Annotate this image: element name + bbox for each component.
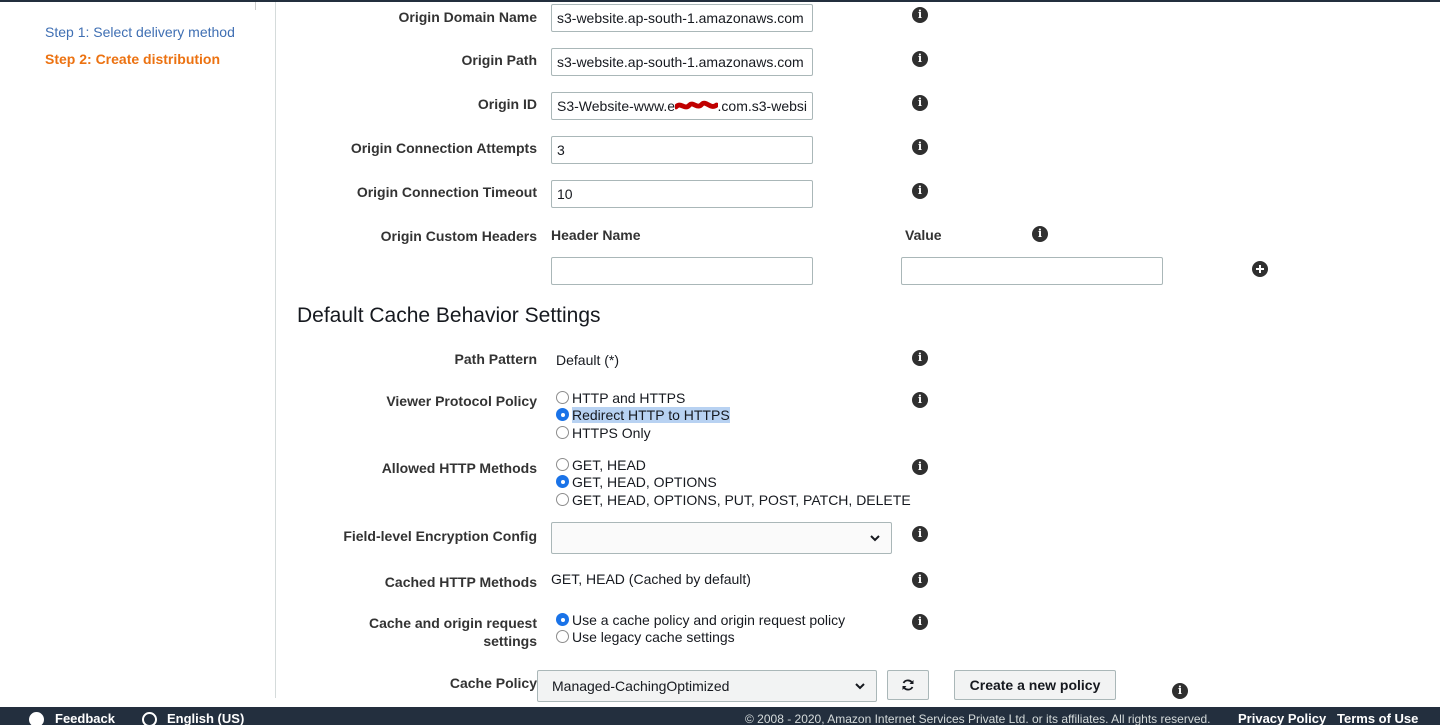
header-value-input[interactable]	[901, 257, 1163, 285]
info-icon[interactable]: i	[912, 95, 928, 111]
info-icon[interactable]: i	[912, 7, 928, 23]
field-level-encryption-label: Field-level Encryption Config	[343, 528, 537, 544]
radio-button-selected[interactable]	[556, 408, 569, 421]
radio-button[interactable]	[556, 458, 569, 471]
info-icon[interactable]: i	[1172, 683, 1188, 699]
radio-button-selected[interactable]	[556, 475, 569, 488]
radio-get-head-options[interactable]: GET, HEAD, OPTIONS	[556, 473, 717, 490]
copyright-text: © 2008 - 2020, Amazon Internet Services …	[745, 712, 1211, 725]
info-icon[interactable]: i	[912, 572, 928, 588]
radio-redirect-http-to-https[interactable]: Redirect HTTP to HTTPS	[556, 406, 730, 423]
radio-https-only[interactable]: HTTPS Only	[556, 424, 651, 441]
path-pattern-value: Default (*)	[556, 352, 620, 368]
add-circle-icon[interactable]	[1252, 261, 1268, 277]
origin-path-input[interactable]: s3-website.ap-south-1.amazonaws.com	[551, 48, 813, 76]
origin-connection-timeout-input[interactable]: 10	[551, 180, 813, 208]
cache-policy-select[interactable]: Managed-CachingOptimized	[537, 670, 877, 702]
value-column-label: Value	[905, 227, 942, 243]
info-icon[interactable]: i	[912, 51, 928, 67]
info-icon[interactable]: i	[912, 526, 928, 542]
info-icon[interactable]: i	[912, 392, 928, 408]
origin-custom-headers-label: Origin Custom Headers	[380, 228, 537, 244]
radio-all-methods[interactable]: GET, HEAD, OPTIONS, PUT, POST, PATCH, DE…	[556, 491, 911, 508]
header-name-input[interactable]	[551, 257, 813, 285]
feedback-bubble-icon	[29, 712, 44, 725]
info-icon[interactable]: i	[912, 139, 928, 155]
info-icon[interactable]: i	[912, 614, 928, 630]
origin-connection-timeout-label: Origin Connection Timeout	[356, 184, 537, 200]
chevron-down-icon	[870, 535, 880, 542]
radio-legacy-cache-settings[interactable]: Use legacy cache settings	[556, 628, 735, 645]
step-2-current: Step 2: Create distribution	[45, 51, 221, 67]
origin-connection-attempts-label: Origin Connection Attempts	[350, 140, 537, 156]
section-title: Default Cache Behavior Settings	[297, 304, 601, 327]
footer: Feedback English (US) © 2008 - 2020, Ama…	[0, 707, 1440, 725]
chevron-down-icon	[855, 683, 865, 690]
privacy-policy-link[interactable]: Privacy Policy	[1238, 711, 1326, 725]
radio-button[interactable]	[556, 391, 569, 404]
radio-button[interactable]	[556, 426, 569, 439]
origin-path-label: Origin Path	[461, 52, 537, 68]
redaction-mark	[675, 100, 718, 110]
origin-domain-name-label: Origin Domain Name	[398, 9, 537, 25]
radio-use-cache-policy[interactable]: Use a cache policy and origin request po…	[556, 611, 845, 628]
feedback-link[interactable]: Feedback	[55, 711, 115, 725]
info-icon[interactable]: i	[1032, 226, 1048, 242]
radio-button-selected[interactable]	[556, 613, 569, 626]
origin-id-input[interactable]: S3-Website-www.e .com.s3-websi	[551, 92, 813, 120]
cached-http-methods-value: GET, HEAD (Cached by default)	[551, 571, 751, 587]
viewer-protocol-policy-label: Viewer Protocol Policy	[386, 393, 537, 409]
refresh-button[interactable]	[887, 670, 929, 700]
allowed-http-methods-label: Allowed HTTP Methods	[381, 460, 537, 476]
info-icon[interactable]: i	[912, 459, 928, 475]
cache-origin-settings-label-line1: Cache and origin request	[368, 615, 537, 631]
create-new-policy-button[interactable]: Create a new policy	[954, 670, 1116, 700]
origin-domain-name-input[interactable]: s3-website.ap-south-1.amazonaws.com	[551, 4, 813, 32]
refresh-icon	[902, 679, 914, 691]
path-pattern-label: Path Pattern	[454, 351, 537, 367]
radio-button[interactable]	[556, 630, 569, 643]
radio-get-head[interactable]: GET, HEAD	[556, 456, 646, 473]
terms-of-use-link[interactable]: Terms of Use	[1337, 711, 1418, 725]
steps-panel: Step 1: Select delivery method Step 2: C…	[0, 2, 276, 698]
radio-http-and-https[interactable]: HTTP and HTTPS	[556, 389, 685, 406]
cache-policy-label: Cache Policy	[449, 675, 537, 691]
language-selector[interactable]: English (US)	[167, 711, 244, 725]
globe-icon	[142, 712, 157, 725]
info-icon[interactable]: i	[912, 350, 928, 366]
cached-http-methods-label: Cached HTTP Methods	[384, 574, 537, 590]
origin-connection-attempts-input[interactable]: 3	[551, 136, 813, 164]
radio-button[interactable]	[556, 493, 569, 506]
origin-id-label: Origin ID	[477, 96, 537, 112]
cache-origin-settings-label-line2: settings	[483, 633, 537, 649]
field-level-encryption-select[interactable]	[551, 522, 892, 554]
info-icon[interactable]: i	[912, 183, 928, 199]
header-name-column-label: Header Name	[551, 227, 641, 243]
step-1-link[interactable]: Step 1: Select delivery method	[45, 24, 235, 40]
